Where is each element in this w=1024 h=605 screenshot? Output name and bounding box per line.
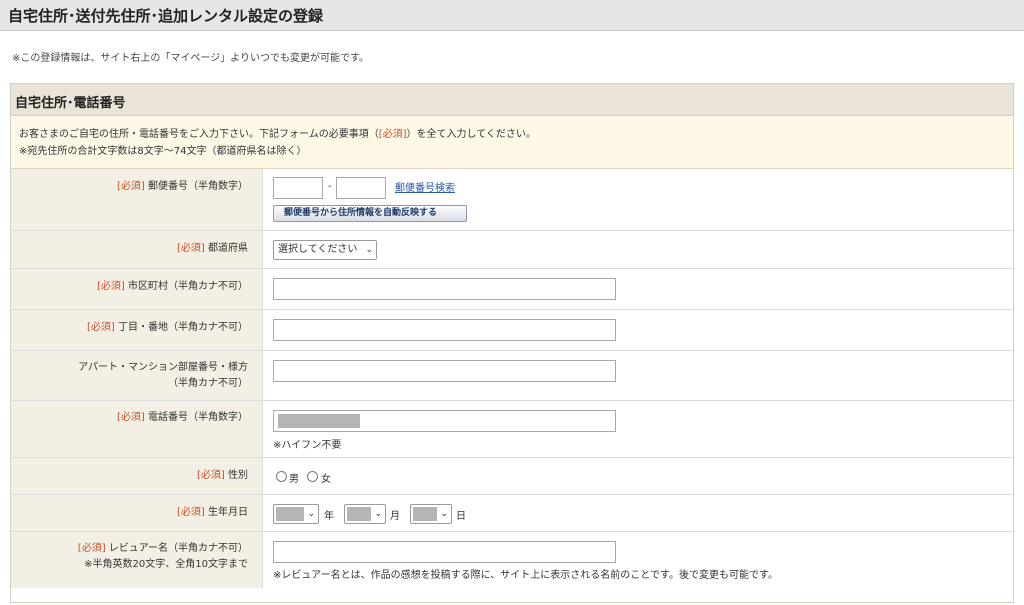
prefecture-value: 選択してください ⌄ (264, 231, 1013, 268)
postal-code-hyphen: - (328, 181, 332, 192)
gender-female-radio[interactable] (307, 471, 318, 482)
birth-day-select[interactable]: ⌄ (410, 504, 452, 524)
birth-month-select[interactable]: ⌄ (344, 504, 386, 524)
postal-code-label-text: 郵便番号（半角数字） (148, 181, 248, 192)
gender-row: [必須] 性別 男 女 (11, 458, 1013, 495)
street-input[interactable] (273, 319, 616, 341)
postal-code-second-input[interactable] (336, 177, 386, 199)
instruction-text-pre: お客さまのご自宅の住所・電話番号をご入力下さい。下記フォームの必要事項（ (19, 129, 379, 140)
birth-year-select[interactable]: ⌄ (273, 504, 319, 524)
city-label: [必須] 市区町村（半角カナ不可） (11, 269, 263, 309)
postal-autofill-button[interactable]: 郵便番号から住所情報を自動反映する (273, 205, 467, 222)
birth-day-redacted (413, 507, 437, 521)
chevron-down-icon: ⌄ (307, 509, 315, 519)
registration-notice: ※この登録情報は、サイト右上の「マイページ」よりいつでも変更が可能です。 (12, 53, 369, 64)
panel-title: 自宅住所･電話番号 (15, 96, 126, 111)
prefecture-selected: 選択してください (278, 244, 358, 255)
building-input[interactable] (273, 360, 616, 382)
birthdate-label-text: 生年月日 (208, 507, 248, 518)
gender-label-text: 性別 (228, 470, 248, 481)
building-label-line1: アパート・マンション部屋番号・様方 (78, 362, 248, 373)
postal-code-first-input[interactable] (273, 177, 323, 199)
required-tag: [必須] (97, 281, 125, 292)
required-tag: [必須] (177, 243, 205, 254)
city-label-text: 市区町村（半角カナ不可） (128, 281, 248, 292)
birthdate-row: [必須] 生年月日 ⌄ 年 ⌄ 月 ⌄ 日 (11, 495, 1013, 532)
building-label: アパート・マンション部屋番号・様方 （半角カナ不可） (11, 351, 263, 400)
reviewer-label: [必須] レビュアー名（半角カナ不可） ※半角英数20文字、全角10文字まで (11, 532, 263, 588)
postal-code-label: [必須] 郵便番号（半角数字） (11, 169, 263, 230)
street-label: [必須] 丁目・番地（半角カナ不可） (11, 310, 263, 350)
prefecture-row: [必須] 都道府県 選択してください ⌄ (11, 231, 1013, 269)
gender-male-radio[interactable] (276, 471, 287, 482)
instructions-box: お客さまのご自宅の住所・電話番号をご入力下さい。下記フォームの必要事項（[必須]… (11, 116, 1013, 169)
instruction-line-1: お客さまのご自宅の住所・電話番号をご入力下さい。下記フォームの必要事項（[必須]… (19, 125, 536, 140)
birth-year-redacted (276, 507, 304, 521)
city-value (264, 269, 1013, 309)
street-value (264, 310, 1013, 350)
reviewer-label-line2: ※半角英数20文字、全角10文字まで (84, 559, 248, 570)
day-unit: 日 (456, 511, 466, 522)
birthdate-value: ⌄ 年 ⌄ 月 ⌄ 日 (264, 495, 1013, 531)
postal-code-row: [必須] 郵便番号（半角数字） - 郵便番号検索 郵便番号から住所情報を自動反映… (11, 169, 1013, 231)
page-header: 自宅住所･送付先住所･追加レンタル設定の登録 (0, 0, 1024, 31)
building-label-line2: （半角カナ不可） (168, 378, 248, 389)
chevron-down-icon: ⌄ (440, 509, 448, 519)
reviewer-name-input[interactable] (273, 541, 616, 563)
chevron-down-icon: ⌄ (365, 245, 373, 255)
instruction-text-post: ）を全て入力してください。 (406, 129, 536, 140)
phone-redacted-value (278, 414, 360, 428)
required-tag: [必須] (87, 322, 115, 333)
phone-value: ※ハイフン不要 (264, 401, 1013, 457)
gender-label: [必須] 性別 (11, 458, 263, 494)
street-label-text: 丁目・番地（半角カナ不可） (118, 322, 248, 333)
phone-input[interactable] (273, 410, 616, 432)
street-row: [必須] 丁目・番地（半角カナ不可） (11, 310, 1013, 351)
prefecture-select[interactable]: 選択してください ⌄ (273, 240, 377, 260)
gender-male-label: 男 (289, 474, 299, 485)
city-input[interactable] (273, 278, 616, 300)
instruction-line-2: ※宛先住所の合計文字数は8文字〜74文字（都道府県名は除く） (19, 146, 307, 157)
prefecture-label: [必須] 都道府県 (11, 231, 263, 268)
reviewer-note: ※レビュアー名とは、作品の感想を投稿する際に、サイト上に表示される名前のことです… (273, 570, 778, 581)
birthdate-label: [必須] 生年月日 (11, 495, 263, 531)
required-tag: [必須] (197, 470, 225, 481)
phone-label: [必須] 電話番号（半角数字） (11, 401, 263, 457)
page-title: 自宅住所･送付先住所･追加レンタル設定の登録 (8, 7, 324, 25)
reviewer-label-text: レビュアー名（半角カナ不可） (108, 543, 248, 554)
instruction-required-tag: [必須] (378, 129, 407, 140)
address-phone-panel: 自宅住所･電話番号 お客さまのご自宅の住所・電話番号をご入力下さい。下記フォーム… (10, 83, 1014, 603)
reviewer-value: ※レビュアー名とは、作品の感想を投稿する際に、サイト上に表示される名前のことです… (264, 532, 1013, 588)
month-unit: 月 (390, 511, 400, 522)
prefecture-label-text: 都道府県 (208, 243, 248, 254)
form-rows: [必須] 郵便番号（半角数字） - 郵便番号検索 郵便番号から住所情報を自動反映… (11, 169, 1013, 588)
phone-note: ※ハイフン不要 (273, 440, 342, 451)
building-row: アパート・マンション部屋番号・様方 （半角カナ不可） (11, 351, 1013, 401)
required-tag: [必須] (117, 412, 145, 423)
postal-code-value: - 郵便番号検索 郵便番号から住所情報を自動反映する (264, 169, 1013, 230)
panel-header: 自宅住所･電話番号 (11, 84, 1013, 116)
gender-female-label: 女 (321, 474, 331, 485)
required-tag: [必須] (77, 543, 106, 554)
postal-code-search-link[interactable]: 郵便番号検索 (395, 179, 455, 194)
city-row: [必須] 市区町村（半角カナ不可） (11, 269, 1013, 310)
gender-value: 男 女 (264, 458, 1013, 494)
phone-row: [必須] 電話番号（半角数字） ※ハイフン不要 (11, 401, 1013, 458)
chevron-down-icon: ⌄ (374, 509, 382, 519)
building-value (264, 351, 1013, 400)
required-tag: [必須] (117, 181, 145, 192)
phone-label-text: 電話番号（半角数字） (148, 412, 248, 423)
reviewer-row: [必須] レビュアー名（半角カナ不可） ※半角英数20文字、全角10文字まで ※… (11, 532, 1013, 588)
birth-month-redacted (347, 507, 371, 521)
required-tag: [必須] (177, 507, 205, 518)
year-unit: 年 (324, 511, 334, 522)
